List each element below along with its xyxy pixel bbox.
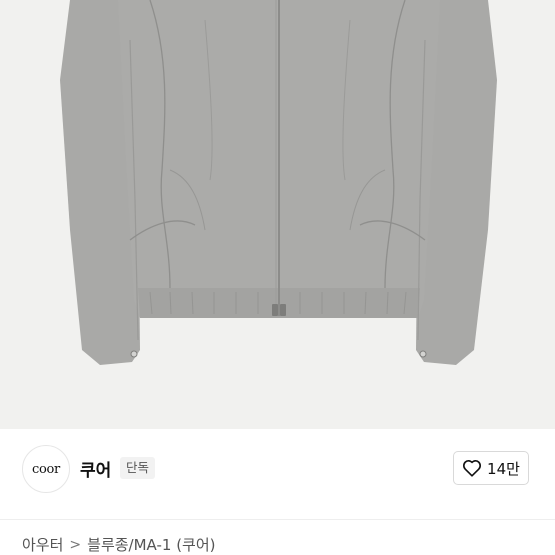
like-button[interactable]: 14만 [453, 451, 529, 485]
breadcrumb-item-blouson[interactable]: 블루종/MA-1 (쿠어) [87, 534, 215, 555]
product-image[interactable] [0, 0, 555, 429]
exclusive-badge: 단독 [120, 457, 156, 479]
breadcrumb-item-outer[interactable]: 아우터 [22, 534, 63, 555]
heart-icon [462, 459, 482, 477]
like-count: 14만 [487, 459, 520, 478]
jacket-image [0, 0, 555, 429]
breadcrumb: 아우터 > 블루종/MA-1 (쿠어) [22, 534, 216, 555]
divider [0, 519, 555, 520]
brand-logo[interactable]: coor [22, 445, 70, 493]
brand-row: coor 쿠어 단독 14만 [0, 429, 555, 519]
breadcrumb-separator: > [69, 536, 82, 553]
brand-name[interactable]: 쿠어 [80, 456, 111, 481]
brand-logo-text: coor [32, 461, 60, 477]
